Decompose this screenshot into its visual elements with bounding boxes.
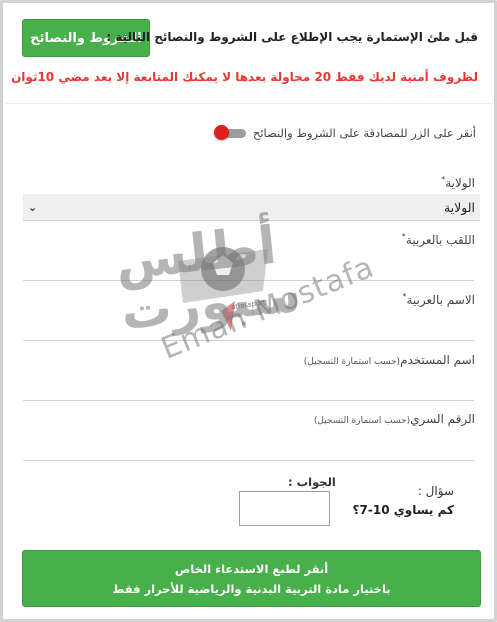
attempts-warning: لظروف أمنية لديك فقط 20 محاولة بعدها لا … [11,70,478,84]
divider [6,103,491,104]
surname-input[interactable] [23,256,480,278]
name-input[interactable] [23,316,480,338]
terms-note: قبل ملئ الإستمارة يجب الإطلاع على الشروط… [106,30,478,44]
print-button-line1: أنقر لطبع الاستدعاء الخاص [174,561,329,576]
toggle-knob [214,125,229,140]
name-label: الاسم بالعربية* [402,292,476,307]
agree-toggle[interactable] [214,125,246,140]
question-text: كم يساوي 10-7؟ [352,503,454,517]
surname-label: اللقب بالعربية* [401,232,475,247]
password-input[interactable] [23,436,480,458]
wilaya-selected-value: الولاية [443,199,475,215]
wilaya-label: الولاية* [441,175,475,190]
print-convocation-button[interactable]: أنقر لطبع الاستدعاء الخاص باختيار مادة ا… [22,550,481,607]
answer-label: الجواب : [288,475,336,489]
name-underline [23,340,474,341]
chevron-down-icon: ⌄ [28,200,38,214]
agree-label: أنقر على الزر للمصادقة على الشروط والنصا… [252,126,476,140]
form-container: الشروط والنصائح قبل ملئ الإستمارة يجب ال… [0,0,497,622]
wilaya-select[interactable]: ⌄ الولاية [23,194,480,221]
surname-underline [23,280,474,281]
username-underline [23,400,474,401]
password-label: الرقم السري(حسب استمارة التسجيل) [313,412,475,426]
username-input[interactable] [23,376,480,398]
username-label: اسم المستخدم(حسب استمارة التسجيل) [303,353,475,367]
question-label: سؤال : [417,484,454,498]
answer-input[interactable] [239,491,330,526]
print-button-line2: باختيار مادة التربية البدنية والرياضية ل… [112,581,391,596]
watermark-site: atlassport [230,298,267,312]
password-underline [23,460,474,461]
